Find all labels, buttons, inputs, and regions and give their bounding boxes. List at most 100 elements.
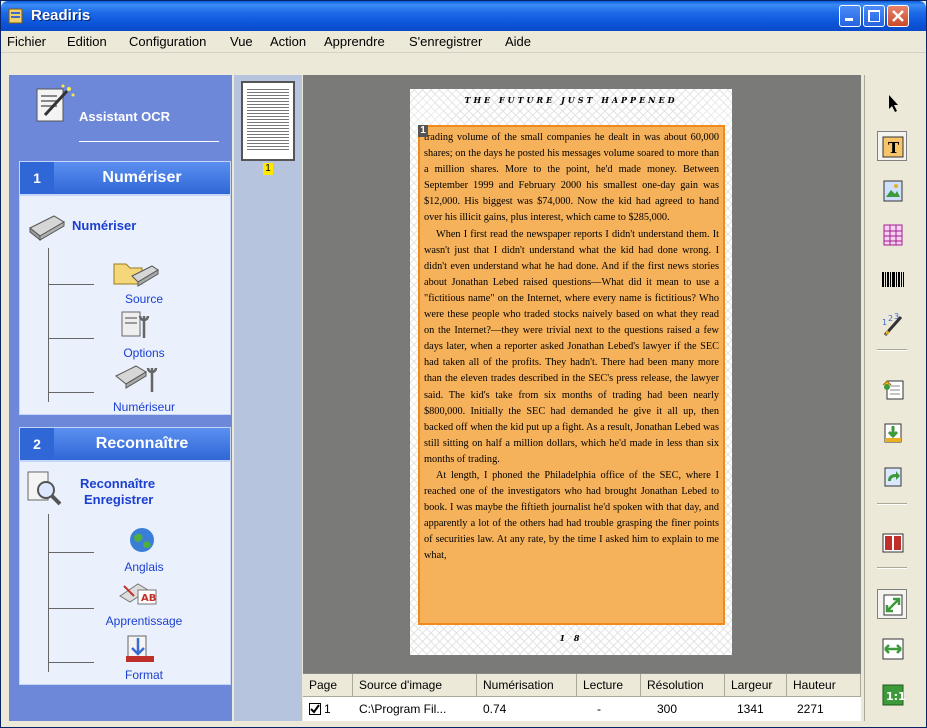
magic-wand-document-icon <box>36 84 75 122</box>
text-zone-button[interactable]: T <box>877 131 907 161</box>
barcode-zone-button[interactable] <box>877 265 907 295</box>
step-2-header[interactable]: 2 Reconnaître <box>19 427 231 461</box>
toolbar-separator <box>877 503 907 505</box>
close-button[interactable] <box>887 5 909 27</box>
fit-page-icon <box>883 594 903 616</box>
column-header-reading[interactable]: Lecture <box>577 674 641 697</box>
recognize-magnifier-icon[interactable] <box>26 470 62 508</box>
training-label[interactable]: Apprentissage <box>84 614 204 628</box>
tree-connector <box>48 338 94 339</box>
cell-reading: - <box>597 702 601 716</box>
close-icon <box>892 10 904 22</box>
cell-source: C:\Program Fil... <box>359 702 447 716</box>
analyze-page-button[interactable] <box>877 373 907 403</box>
svg-text:1: 1 <box>882 318 887 327</box>
column-header-resolution[interactable]: Résolution <box>641 674 725 697</box>
document-view[interactable]: THE FUTURE JUST HAPPENED trading volume … <box>303 75 861 673</box>
zone-order-pencil-icon: 123 <box>882 313 903 336</box>
page-footer-number: 1 8 <box>559 633 583 643</box>
assistant-ocr-label: Assistant OCR <box>79 109 171 124</box>
tree-connector <box>48 284 94 285</box>
scanner-icon[interactable] <box>28 212 66 242</box>
step-2-body: Reconnaître Enregistrer Anglais AB Appre… <box>19 461 231 685</box>
thumbnail-text-preview <box>246 86 290 156</box>
cell-width: 1341 <box>737 702 764 716</box>
import-page-button[interactable] <box>877 417 907 447</box>
menu-configuration[interactable]: Configuration <box>129 34 206 49</box>
menu-vue[interactable]: Vue <box>230 34 253 49</box>
scanner-label[interactable]: Numériseur <box>84 400 204 414</box>
select-tool-button[interactable] <box>877 87 907 117</box>
menu-fichier[interactable]: Fichier <box>7 34 46 49</box>
toolbar-separator <box>877 349 907 351</box>
step-1-number: 1 <box>20 162 54 194</box>
page-running-header: THE FUTURE JUST HAPPENED <box>464 95 678 105</box>
zone-ordering-button[interactable]: 123 <box>877 309 907 339</box>
text-block-number: 1 <box>418 125 428 137</box>
format-label[interactable]: Format <box>84 668 204 682</box>
menu-action[interactable]: Action <box>270 34 306 49</box>
options-wrench-icon[interactable] <box>120 308 152 342</box>
actual-size-icon: 1:1 <box>882 684 905 706</box>
step-1-body: Numériser Source Options Numériseur <box>19 195 231 415</box>
step-1-title: Numériser <box>102 169 182 186</box>
menu-senregistrer[interactable]: S'enregistrer <box>409 34 482 49</box>
tree-connector <box>48 662 94 663</box>
menu-apprendre[interactable]: Apprendre <box>324 34 385 49</box>
source-label[interactable]: Source <box>84 292 204 306</box>
scanned-page[interactable]: THE FUTURE JUST HAPPENED trading volume … <box>410 89 732 655</box>
cell-height: 2271 <box>797 702 824 716</box>
column-header-width[interactable]: Largeur <box>725 674 787 697</box>
barcode-icon <box>882 272 904 287</box>
text-paragraph: At length, I phoned the Philadelphia off… <box>424 469 719 562</box>
menu-aide[interactable]: Aide <box>505 34 531 49</box>
tree-connector <box>48 514 49 672</box>
training-icon[interactable]: AB <box>118 580 158 606</box>
options-label[interactable]: Options <box>84 346 204 360</box>
rotate-page-button[interactable] <box>877 461 907 491</box>
split-pages-button[interactable] <box>877 527 907 557</box>
checkmark-icon <box>310 704 320 714</box>
column-header-source[interactable]: Source d'image <box>353 674 477 697</box>
globe-language-icon[interactable] <box>128 526 156 554</box>
zoom-actual-size-button[interactable]: 1:1 <box>877 679 907 709</box>
divider <box>79 141 219 142</box>
source-folder-scanner-icon[interactable] <box>112 256 160 288</box>
image-zone-icon <box>883 180 903 202</box>
thumbnail-strip: 1 <box>234 75 302 721</box>
fit-width-icon <box>882 638 904 660</box>
window-title: Readiris <box>31 7 91 24</box>
column-header-page[interactable]: Page <box>303 674 353 697</box>
minimize-button[interactable] <box>839 5 861 27</box>
recognized-text-block[interactable]: trading volume of the small companies he… <box>418 125 725 625</box>
language-label[interactable]: Anglais <box>84 560 204 574</box>
maximize-icon <box>868 10 880 22</box>
title-bar[interactable]: Readiris <box>1 1 926 31</box>
svg-text:1:1: 1:1 <box>886 690 905 703</box>
menu-edition[interactable]: Edition <box>67 34 107 49</box>
page-thumbnail[interactable] <box>241 81 295 161</box>
toolbar-separator <box>877 567 907 569</box>
step-1-header[interactable]: 1 Numériser <box>19 161 231 195</box>
step-2-number: 2 <box>20 428 54 460</box>
page-checkbox[interactable] <box>309 703 321 715</box>
table-zone-button[interactable] <box>877 219 907 249</box>
format-output-icon[interactable] <box>124 634 156 664</box>
recognize-action-label[interactable]: Reconnaître <box>80 476 155 491</box>
tree-connector <box>48 392 94 393</box>
scan-action-label[interactable]: Numériser <box>72 218 136 233</box>
save-action-label[interactable]: Enregistrer <box>84 492 153 507</box>
scanner-settings-icon[interactable] <box>114 362 158 394</box>
table-row[interactable]: 1 <box>303 700 353 720</box>
column-header-height[interactable]: Hauteur <box>787 674 861 697</box>
zoom-fit-width-button[interactable] <box>877 633 907 663</box>
zoom-full-page-button[interactable] <box>877 589 907 619</box>
ocr-assistant-panel: Assistant OCR 1 Numériser Numériser Sour… <box>9 75 232 721</box>
cell-scan: 0.74 <box>483 702 507 716</box>
svg-text:T: T <box>888 139 900 157</box>
maximize-button[interactable] <box>863 5 885 27</box>
app-window: Readiris Fichier Edition Configuration V… <box>0 0 927 728</box>
image-zone-button[interactable] <box>877 175 907 205</box>
tree-connector <box>48 552 94 553</box>
column-header-scan[interactable]: Numérisation <box>477 674 577 697</box>
